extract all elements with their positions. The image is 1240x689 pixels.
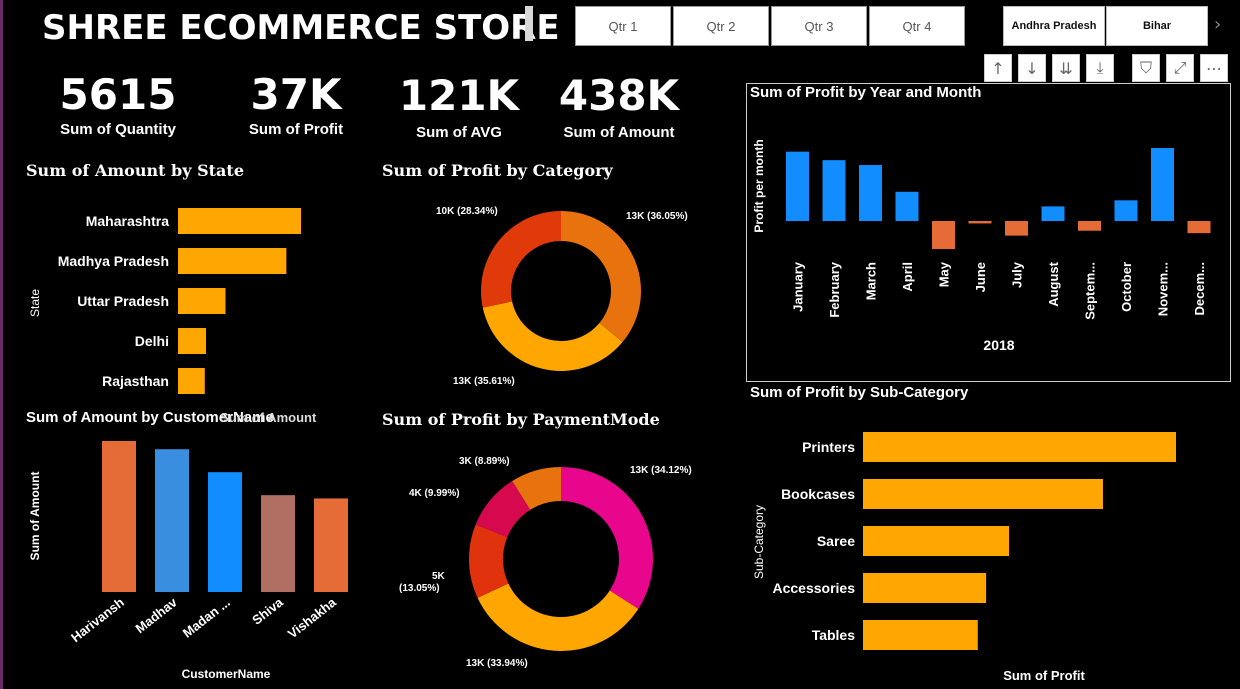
kpi-amount-label: Sum of Amount bbox=[563, 124, 675, 141]
state-bar-uttar-pradesh bbox=[178, 288, 226, 314]
paymentmode-slice-2 bbox=[477, 583, 639, 651]
customer-tick-label: Shiva bbox=[249, 594, 286, 628]
category-slice-1 bbox=[561, 211, 641, 343]
arrow-up-icon[interactable]: ↑ bbox=[984, 54, 1012, 82]
subcategory-bar-printers bbox=[863, 432, 1176, 462]
state-bar-rajasthan bbox=[178, 368, 205, 394]
paymentmode-slice-3 bbox=[469, 524, 509, 598]
state-tick-label: Delhi bbox=[135, 333, 169, 349]
slicer-qtr-4[interactable]: Qtr 4 bbox=[869, 6, 965, 46]
subcategory-bar-tables bbox=[863, 620, 978, 650]
window-edge bbox=[0, 0, 3, 689]
customer-bar-shiva bbox=[261, 495, 295, 592]
state-tick-label: Uttar Pradesh bbox=[77, 293, 169, 309]
category-data-label: 13K (36.05%) bbox=[626, 211, 688, 222]
state-tick-label: Maharashtra bbox=[86, 213, 169, 229]
category-data-label: 13K (35.61%) bbox=[453, 376, 515, 387]
paymentmode-data-label: 5K bbox=[432, 571, 446, 582]
kpi-amount-value: 438K bbox=[558, 71, 680, 120]
chart-title-profit-by-subcategory: Sum of Profit by Sub-Category bbox=[750, 384, 969, 401]
state-tick-label: Madhya Pradesh bbox=[58, 253, 169, 269]
customer-tick-label: Vishakha bbox=[285, 594, 340, 641]
chart-title-profit-by-category: Sum of Profit by Category bbox=[382, 161, 613, 180]
subcategory-bar-accessories bbox=[863, 573, 987, 603]
kpi-quantity-label: Sum of Quantity bbox=[60, 121, 176, 138]
page-title: SHREE ECOMMERCE STORE bbox=[42, 8, 560, 48]
state-bar-madhya-pradesh bbox=[178, 248, 287, 274]
chart-title-amount-by-state: Sum of Amount by State bbox=[26, 161, 244, 180]
subcategory-tick-label: Printers bbox=[802, 439, 855, 455]
state-axis-label: State bbox=[28, 289, 42, 317]
customer-chart-overlap-label: Sum of Amount bbox=[220, 410, 317, 425]
paymentmode-data-label: 13K (34.12%) bbox=[630, 465, 692, 476]
customer-tick-label: Harivansh bbox=[68, 595, 127, 646]
title-divider bbox=[525, 6, 533, 41]
paymentmode-data-label: 3K (8.89%) bbox=[459, 456, 510, 467]
slicer-state-andhra-pradesh[interactable]: Andhra Pradesh bbox=[1003, 6, 1105, 46]
paymentmode-data-label: (13.05%) bbox=[399, 583, 440, 594]
kpi-avg-label: Sum of AVG bbox=[416, 124, 502, 141]
customer-bar-madan bbox=[208, 472, 242, 592]
kpi-avg-value: 121K bbox=[398, 71, 520, 120]
state-bar-maharashtra bbox=[178, 208, 301, 234]
paymentmode-data-label: 4K (9.99%) bbox=[409, 488, 460, 499]
paymentmode-slice-4 bbox=[475, 480, 531, 538]
subcategory-y-axis-label: Sub-Category bbox=[752, 505, 766, 579]
state-tick-label: Rajasthan bbox=[102, 373, 169, 389]
chart-title-profit-by-paymentmode: Sum of Profit by PaymentMode bbox=[382, 410, 660, 429]
category-slice-2 bbox=[482, 301, 623, 371]
category-slice-3 bbox=[480, 211, 561, 308]
subcategory-bar-saree bbox=[863, 526, 1010, 556]
subcategory-tick-label: Accessories bbox=[772, 580, 855, 596]
expand-hierarchy-icon[interactable]: ⤓ bbox=[1086, 54, 1114, 82]
month-chart-frame[interactable] bbox=[746, 83, 1231, 382]
customer-bar-madhav bbox=[155, 449, 189, 592]
kpi-profit-value: 37K bbox=[250, 70, 342, 119]
chevron-right-icon[interactable]: › bbox=[1214, 14, 1221, 35]
paymentmode-data-label: 13K (33.94%) bbox=[466, 658, 528, 669]
double-arrow-down-icon[interactable]: ⇊ bbox=[1052, 54, 1080, 82]
more-options-icon[interactable]: ⋯ bbox=[1200, 54, 1228, 82]
customer-axis-label: CustomerName bbox=[182, 667, 271, 681]
arrow-down-icon[interactable]: ↓ bbox=[1018, 54, 1046, 82]
customer-tick-label: Madan ... bbox=[180, 595, 233, 641]
category-data-label: 10K (28.34%) bbox=[436, 206, 498, 217]
filter-icon[interactable]: ⛉ bbox=[1132, 54, 1160, 82]
paymentmode-slice-5 bbox=[512, 467, 561, 510]
subcategory-tick-label: Saree bbox=[817, 533, 855, 549]
slicer-qtr-3[interactable]: Qtr 3 bbox=[771, 6, 867, 46]
slicer-qtr-2[interactable]: Qtr 2 bbox=[673, 6, 769, 46]
focus-mode-icon[interactable]: ⤢ bbox=[1166, 54, 1194, 82]
paymentmode-slice-1 bbox=[561, 467, 654, 609]
customer-bar-harivansh bbox=[102, 441, 136, 592]
kpi-quantity-value: 5615 bbox=[59, 70, 177, 119]
customer-y-axis-label: Sum of Amount bbox=[28, 472, 42, 561]
slicer-qtr-1[interactable]: Qtr 1 bbox=[575, 6, 671, 46]
subcategory-tick-label: Bookcases bbox=[781, 486, 855, 502]
kpi-profit-label: Sum of Profit bbox=[248, 121, 344, 138]
customer-bar-vishakha bbox=[314, 498, 348, 592]
subcategory-bar-bookcases bbox=[863, 479, 1103, 509]
state-bar-delhi bbox=[178, 328, 207, 354]
subcategory-axis-label: Sum of Profit bbox=[1003, 668, 1085, 683]
slicer-state-bihar[interactable]: Bihar bbox=[1106, 6, 1208, 46]
subcategory-tick-label: Tables bbox=[812, 627, 856, 643]
customer-tick-label: Madhav bbox=[132, 594, 180, 636]
